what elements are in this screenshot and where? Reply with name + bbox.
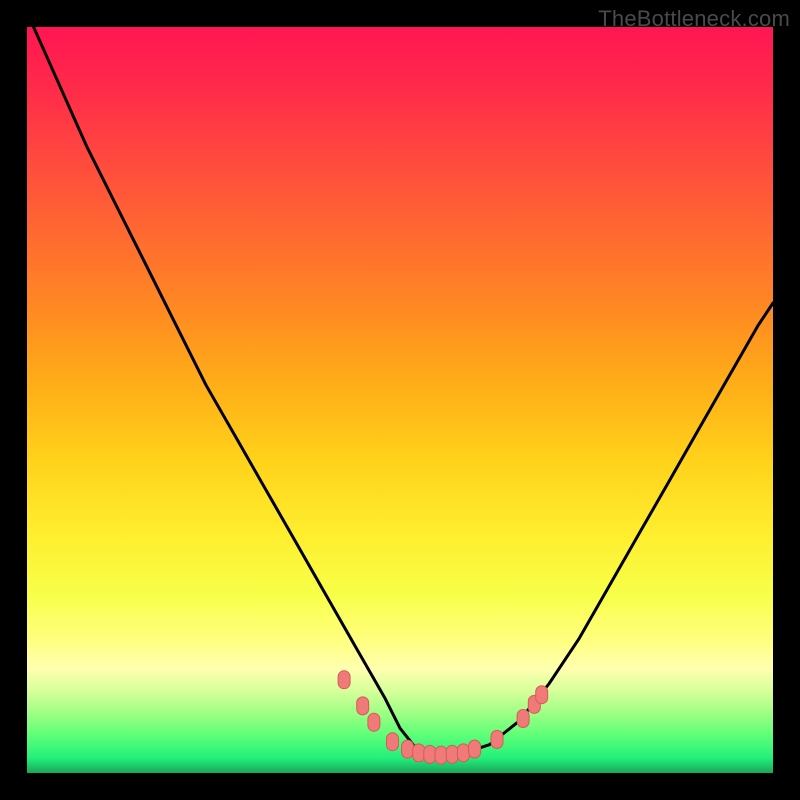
curve-marker [357,697,369,715]
curve-marker [402,740,414,758]
curve-marker [435,746,447,764]
curve-marker [457,744,469,762]
curve-marker [338,671,350,689]
curve-marker [424,745,436,763]
curve-marker [491,730,503,748]
curve-marker [469,740,481,758]
curve-markers [338,671,548,764]
curve-marker [368,713,380,731]
chart-frame: TheBottleneck.com [0,0,800,800]
curve-marker [387,733,399,751]
curve-marker [517,710,529,728]
watermark-text: TheBottleneck.com [598,6,790,32]
bottleneck-curve [27,12,773,755]
curve-marker [536,686,548,704]
curve-marker [413,744,425,762]
plot-area [27,27,773,773]
bottleneck-curve-svg [27,27,773,773]
curve-marker [446,745,458,763]
